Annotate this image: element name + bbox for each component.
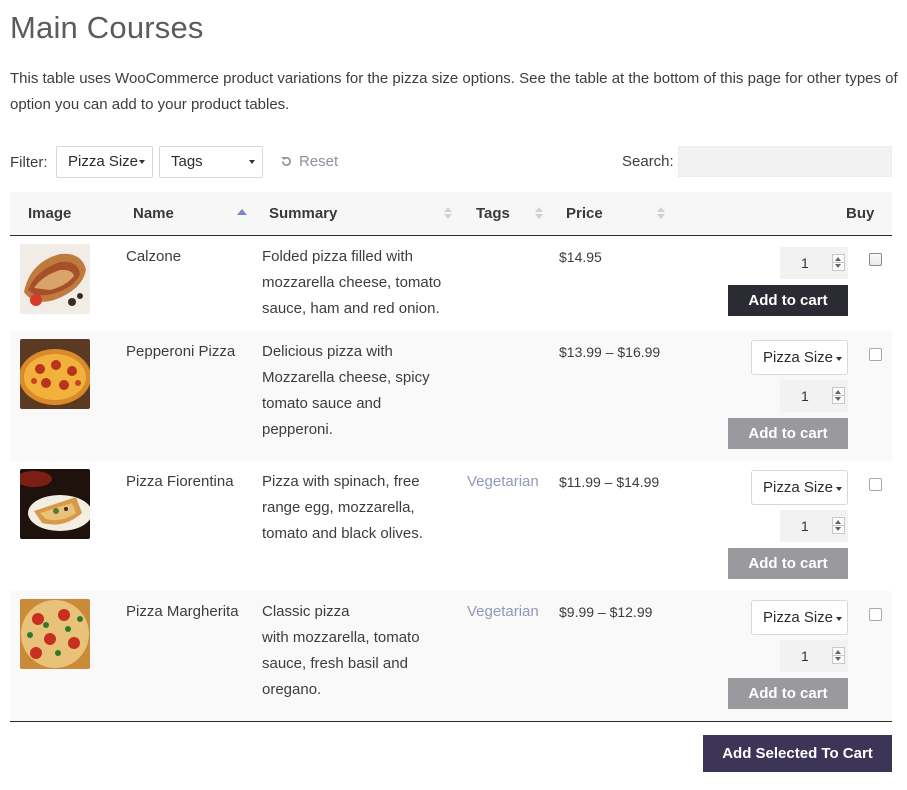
add-selected-to-cart-button[interactable]: Add Selected To Cart <box>703 735 892 772</box>
quantity-stepper[interactable]: 1 <box>780 640 848 672</box>
quantity-stepper[interactable]: 1 <box>780 380 848 412</box>
select-checkbox[interactable] <box>869 253 882 266</box>
intro-text: This table uses WooCommerce product vari… <box>10 70 898 113</box>
product-name[interactable]: Calzone <box>126 244 181 270</box>
pizza-size-value: Pizza Size <box>763 349 834 366</box>
tags-filter-value: Tags <box>171 153 203 170</box>
quantity-stepper[interactable]: 1 <box>780 510 848 542</box>
table-divider <box>10 721 892 722</box>
quantity-value: 1 <box>801 518 809 534</box>
quantity-value: 1 <box>801 255 809 271</box>
product-price: $11.99 – $14.99 <box>559 474 660 490</box>
quantity-value: 1 <box>801 648 809 664</box>
header-summary[interactable]: Summary <box>269 205 337 222</box>
table-row: Pepperoni Pizza Delicious pizza with Moz… <box>10 331 892 461</box>
header-image: Image <box>28 205 72 222</box>
product-image-margherita[interactable] <box>20 599 90 669</box>
header-buy: Buy <box>846 205 875 222</box>
pizza-size-select[interactable]: Pizza Size <box>751 600 848 635</box>
pizza-size-select[interactable]: Pizza Size <box>751 340 848 375</box>
header-name[interactable]: Name <box>133 205 174 222</box>
search-input[interactable] <box>678 146 892 177</box>
quantity-stepper[interactable]: 1 <box>780 247 848 279</box>
chevron-down-icon <box>836 357 842 361</box>
product-summary: Pizza with spinach, free range egg, mozz… <box>262 473 423 542</box>
product-name[interactable]: Pizza Fiorentina <box>126 469 234 495</box>
product-name[interactable]: Pepperoni Pizza <box>126 339 235 365</box>
chevron-down-icon <box>139 160 145 164</box>
quantity-value: 1 <box>801 388 809 404</box>
select-checkbox[interactable] <box>869 478 882 491</box>
product-tag-link[interactable]: Vegetarian <box>467 599 539 625</box>
chevron-down-icon <box>836 487 842 491</box>
reset-icon <box>281 157 291 166</box>
add-to-cart-button[interactable]: Add to cart <box>728 418 848 449</box>
pizza-size-select[interactable]: Pizza Size <box>751 470 848 505</box>
search-label: Search: <box>622 153 674 170</box>
table-row: Pizza Margherita Classic pizza with mozz… <box>10 591 892 721</box>
product-name[interactable]: Pizza Margherita <box>126 599 239 625</box>
sort-arrows-icon[interactable] <box>535 207 543 221</box>
reset-link[interactable]: Reset <box>280 153 338 170</box>
number-spinner-icon[interactable] <box>832 517 845 534</box>
header-price[interactable]: Price <box>566 205 603 222</box>
number-spinner-icon[interactable] <box>832 647 845 664</box>
pizza-size-filter-value: Pizza Size <box>68 153 139 170</box>
pizza-size-value: Pizza Size <box>763 479 834 496</box>
chevron-down-icon <box>249 160 255 164</box>
product-tag-link[interactable]: Vegetarian <box>467 469 539 495</box>
add-to-cart-button[interactable]: Add to cart <box>728 678 848 709</box>
sort-arrows-icon[interactable] <box>237 207 247 221</box>
product-image-fiorentina[interactable] <box>20 469 90 539</box>
filter-bar: Filter: Pizza Size Tags Reset Search: <box>10 146 892 178</box>
table-header: Image Name Summary Tags Price Buy <box>10 192 892 236</box>
sort-arrows-icon[interactable] <box>657 207 665 221</box>
header-tags[interactable]: Tags <box>476 205 510 222</box>
table-row: Pizza Fiorentina Pizza with spinach, fre… <box>10 461 892 591</box>
product-price: $14.95 <box>559 249 602 265</box>
reset-label: Reset <box>299 153 339 170</box>
sort-arrows-icon[interactable] <box>444 207 452 221</box>
product-price: $13.99 – $16.99 <box>559 344 661 360</box>
chevron-down-icon <box>836 617 842 621</box>
product-image-calzone[interactable] <box>20 244 90 314</box>
number-spinner-icon[interactable] <box>832 387 845 404</box>
filter-label: Filter: <box>10 154 48 171</box>
pizza-size-value: Pizza Size <box>763 609 834 626</box>
add-to-cart-button[interactable]: Add to cart <box>728 285 848 316</box>
product-summary: Folded pizza filled with mozzarella chee… <box>262 248 442 317</box>
product-price: $9.99 – $12.99 <box>559 604 653 620</box>
table-row: Calzone Folded pizza filled with mozzare… <box>10 236 892 331</box>
add-to-cart-button[interactable]: Add to cart <box>728 548 848 579</box>
select-checkbox[interactable] <box>869 348 882 361</box>
tags-filter-select[interactable]: Tags <box>159 146 263 178</box>
select-checkbox[interactable] <box>869 608 882 621</box>
pizza-size-filter-select[interactable]: Pizza Size <box>56 146 153 178</box>
product-image-pepperoni[interactable] <box>20 339 90 409</box>
product-summary: Delicious pizza with Mozzarella cheese, … <box>262 343 430 438</box>
product-summary: Classic pizza with mozzarella, tomato sa… <box>262 603 420 698</box>
number-spinner-icon[interactable] <box>832 254 845 271</box>
page-title: Main Courses <box>10 10 204 45</box>
